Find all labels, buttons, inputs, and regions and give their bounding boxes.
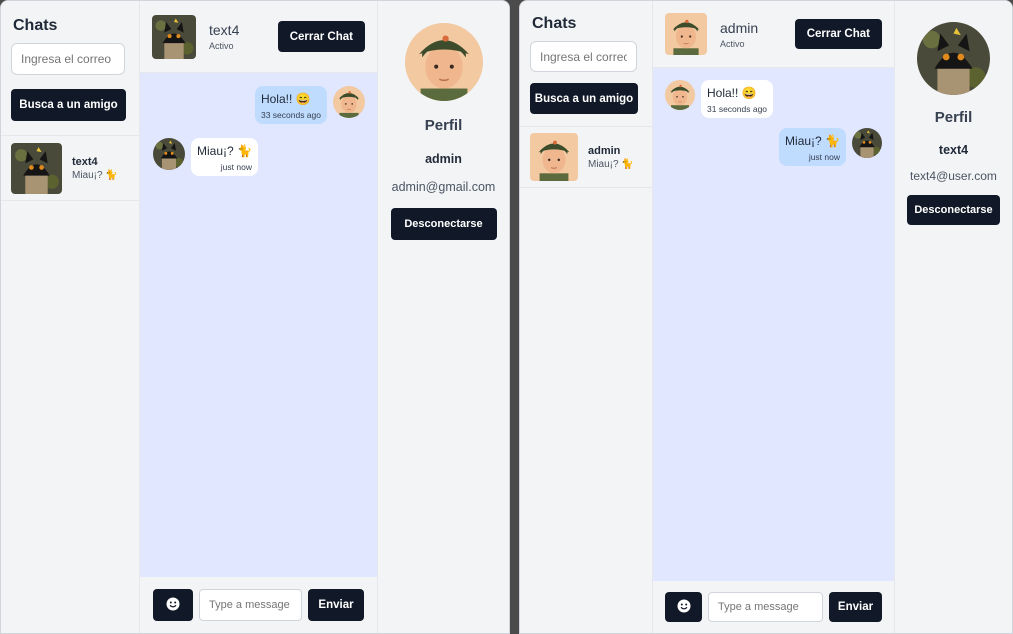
message-area: Hola!! 😄 31 seconds ago Miau¡? 🐈 just no… [653, 68, 894, 581]
message-received: Miau¡? 🐈 just now [153, 138, 258, 176]
profile-email: admin@gmail.com [391, 180, 496, 194]
chat-app-window-text4: Chats Busca a un amigo admin Miau¡? 🐈 ad… [519, 0, 1013, 634]
message-time: just now [220, 162, 252, 172]
chat-contact-name: admin [720, 19, 759, 36]
sidebar: Chats Busca a un amigo admin Miau¡? 🐈 [520, 1, 653, 633]
boy-avatar [665, 80, 695, 110]
message-sent: Miau¡? 🐈 just now [779, 128, 882, 166]
message-sent: Hola!! 😄 33 seconds ago [254, 86, 365, 124]
contact-list: admin Miau¡? 🐈 [520, 126, 652, 188]
chat-composer: Enviar [653, 581, 894, 633]
message-bubble: Miau¡? 🐈 just now [779, 128, 846, 166]
cat-avatar [11, 142, 62, 194]
smiley-icon [166, 597, 180, 614]
message-received: Hola!! 😄 31 seconds ago [665, 80, 774, 118]
contact-name: text4 [72, 155, 98, 168]
close-chat-button[interactable]: Cerrar Chat [277, 21, 365, 52]
boy-avatar [665, 13, 707, 55]
boy-avatar [333, 86, 365, 118]
sidebar: Chats Busca a un amigo text4 Miau¡? 🐈 [1, 1, 140, 633]
cat-avatar [917, 22, 990, 95]
email-search-input[interactable] [530, 41, 637, 72]
chat-contact-status: Activo [720, 38, 745, 49]
chat-header: text4 Activo Cerrar Chat [140, 1, 377, 73]
message-text: Miau¡? 🐈 [197, 144, 252, 158]
chat-contact-name: text4 [209, 22, 240, 38]
logout-button[interactable]: Desconectarse [907, 195, 1000, 225]
send-button[interactable]: Enviar [308, 589, 364, 621]
boy-avatar [404, 23, 483, 101]
cat-avatar [852, 128, 882, 158]
message-input[interactable] [199, 589, 302, 621]
find-friend-button[interactable]: Busca a un amigo [530, 83, 638, 114]
message-input[interactable] [708, 592, 823, 622]
profile-name: text4 [938, 143, 969, 157]
profile-name: admin [425, 152, 462, 166]
desktop: Chats Busca a un amigo text4 Miau¡? 🐈 te… [0, 0, 1013, 634]
find-friend-button[interactable]: Busca a un amigo [11, 89, 126, 121]
chat-composer: Enviar [140, 577, 377, 633]
cat-avatar [152, 14, 196, 59]
chat-contact-status: Activo [209, 41, 234, 51]
profile-title: Perfil [934, 109, 973, 126]
cat-avatar [153, 138, 185, 170]
message-text: Hola!! 😄 [707, 86, 757, 100]
contact-last-message: Miau¡? 🐈 [588, 158, 634, 170]
close-chat-button[interactable]: Cerrar Chat [794, 19, 882, 49]
message-bubble: Hola!! 😄 31 seconds ago [701, 80, 774, 118]
chat-app-window-admin: Chats Busca a un amigo text4 Miau¡? 🐈 te… [0, 0, 510, 634]
contact-name: admin [588, 144, 621, 157]
profile-panel: Perfil admin admin@gmail.com Desconectar… [378, 1, 509, 633]
message-text: Miau¡? 🐈 [785, 134, 840, 148]
smiley-icon [677, 599, 691, 616]
contact-item[interactable]: text4 Miau¡? 🐈 [1, 136, 139, 201]
message-bubble: Miau¡? 🐈 just now [191, 138, 258, 176]
emoji-button[interactable] [153, 589, 193, 621]
sidebar-title: Chats [532, 15, 577, 32]
chat-panel: text4 Activo Cerrar Chat Hola!! 😄 33 sec… [140, 1, 378, 633]
email-search-input[interactable] [11, 43, 125, 75]
logout-button[interactable]: Desconectarse [390, 208, 497, 240]
sidebar-title: Chats [13, 17, 58, 34]
message-area: Hola!! 😄 33 seconds ago Miau¡? 🐈 just no… [140, 73, 377, 577]
profile-email: text4@user.com [910, 169, 997, 183]
profile-title: Perfil [424, 117, 463, 134]
contact-last-message: Miau¡? 🐈 [72, 169, 118, 181]
boy-avatar [530, 133, 578, 181]
message-time: 33 seconds ago [260, 110, 321, 120]
emoji-button[interactable] [665, 592, 702, 622]
chat-header: admin Activo Cerrar Chat [653, 1, 894, 68]
contact-item[interactable]: admin Miau¡? 🐈 [520, 127, 652, 188]
contact-list: text4 Miau¡? 🐈 [1, 135, 139, 201]
chat-panel: admin Activo Cerrar Chat Hola!! 😄 31 sec… [653, 1, 895, 633]
message-time: 31 seconds ago [707, 104, 768, 114]
message-text: Hola!! 😄 [260, 92, 311, 106]
message-time: just now [808, 152, 840, 162]
message-bubble: Hola!! 😄 33 seconds ago [254, 86, 327, 124]
profile-panel: Perfil text4 text4@user.com Desconectars… [895, 1, 1012, 633]
send-button[interactable]: Enviar [829, 592, 882, 622]
